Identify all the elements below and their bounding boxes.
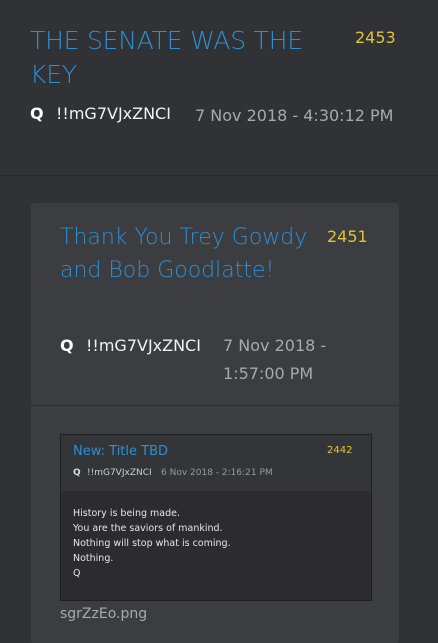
quoted-post-date: 7 Nov 2018 - 1:57:00 PM bbox=[223, 336, 327, 383]
quoted-post-author: Q bbox=[60, 336, 74, 355]
post-title[interactable]: THE SENATE WAS THE KEY bbox=[30, 24, 330, 92]
embedded-post-tripcode: !!mG7VJxZNCI bbox=[87, 468, 152, 478]
embedded-line: Nothing. bbox=[73, 553, 114, 564]
embedded-post-date: 6 Nov 2018 - 2:16:21 PM bbox=[161, 468, 273, 478]
post-date: 7 Nov 2018 - 4:30:12 PM bbox=[195, 106, 394, 125]
attachment-filename-link[interactable]: sgrZzEo.png bbox=[60, 606, 147, 622]
embedded-post-header: New: Title TBD 2442 Q !!mG7VJxZNCI 6 Nov… bbox=[61, 435, 371, 491]
post-number[interactable]: 2453 bbox=[355, 28, 396, 47]
post-container: THE SENATE WAS THE KEY 2453 Q !!mG7VJxZN… bbox=[0, 0, 438, 176]
card-divider bbox=[31, 405, 399, 406]
embedded-post-number: 2442 bbox=[327, 445, 353, 456]
embedded-post-body: History is being made. You are the savio… bbox=[73, 506, 231, 581]
quoted-post-number[interactable]: 2451 bbox=[327, 227, 368, 246]
post-tripcode: !!mG7VJxZNCI bbox=[56, 104, 171, 123]
embedded-post-image[interactable]: New: Title TBD 2442 Q !!mG7VJxZNCI 6 Nov… bbox=[60, 434, 372, 601]
quoted-post-title[interactable]: Thank You Trey Gowdy and Bob Goodlatte! bbox=[60, 221, 310, 287]
embedded-post-title: New: Title TBD bbox=[73, 444, 169, 459]
embedded-post-author: Q bbox=[73, 468, 81, 478]
embedded-line: Q bbox=[73, 568, 81, 579]
post-author: Q bbox=[30, 104, 44, 123]
quoted-post-card: Thank You Trey Gowdy and Bob Goodlatte! … bbox=[31, 203, 399, 643]
embedded-line: Nothing will stop what is coming. bbox=[73, 538, 231, 549]
embedded-line: History is being made. bbox=[73, 508, 180, 519]
quoted-post-tripcode: !!mG7VJxZNCI bbox=[86, 336, 201, 355]
embedded-line: You are the saviors of mankind. bbox=[73, 523, 223, 534]
